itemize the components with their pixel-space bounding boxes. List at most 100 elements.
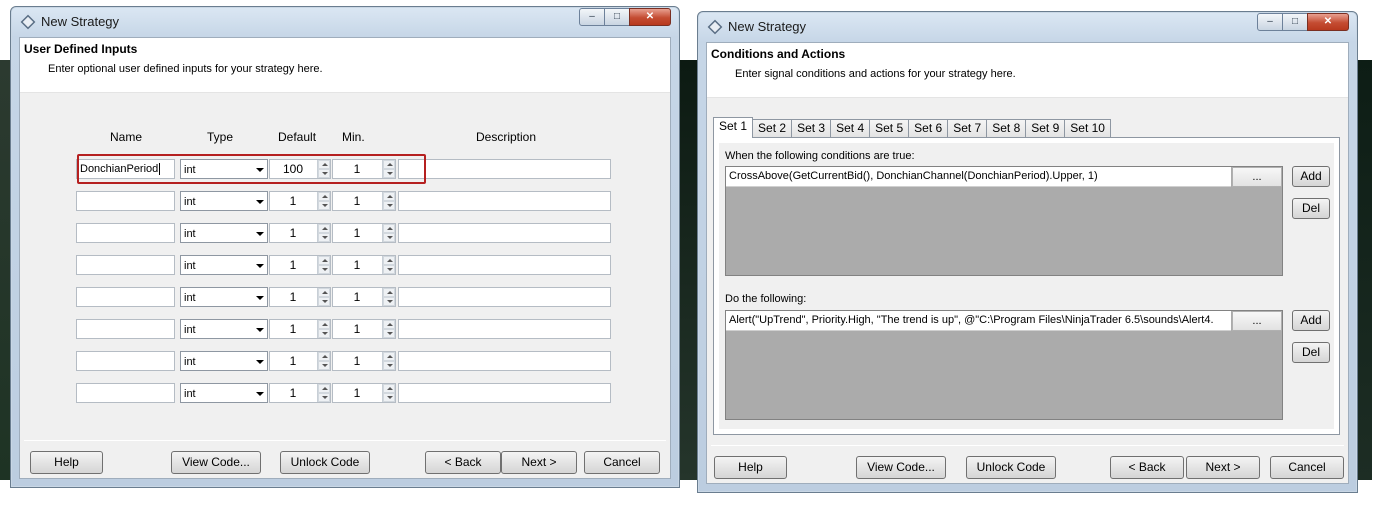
type-select[interactable]: int	[180, 223, 268, 243]
stepper-down-icon[interactable]	[318, 393, 330, 402]
view-code-button[interactable]: View Code...	[856, 456, 946, 479]
view-code-button[interactable]: View Code...	[171, 451, 261, 474]
description-input[interactable]	[398, 159, 611, 179]
name-input[interactable]	[76, 255, 175, 275]
conditions-list[interactable]: CrossAbove(GetCurrentBid(), DonchianChan…	[725, 166, 1283, 276]
stepper-down-icon[interactable]	[383, 361, 395, 370]
tab-set-1[interactable]: Set 1	[713, 117, 754, 138]
stepper-down-icon[interactable]	[318, 329, 330, 338]
tab-set-3[interactable]: Set 3	[791, 119, 832, 137]
stepper-up-icon[interactable]	[383, 192, 395, 201]
actions-list[interactable]: Alert("UpTrend", Priority.High, "The tre…	[725, 310, 1283, 420]
unlock-code-button[interactable]: Unlock Code	[966, 456, 1056, 479]
stepper-down-icon[interactable]	[318, 233, 330, 242]
description-input[interactable]	[398, 191, 611, 211]
min-stepper[interactable]: 1	[332, 351, 396, 371]
name-input[interactable]	[76, 351, 175, 371]
minimize-button[interactable]: –	[1257, 13, 1283, 31]
description-input[interactable]	[398, 319, 611, 339]
condition-edit-button[interactable]: ...	[1232, 167, 1282, 187]
type-select[interactable]: int	[180, 351, 268, 371]
stepper-up-icon[interactable]	[318, 256, 330, 265]
stepper-down-icon[interactable]	[318, 265, 330, 274]
stepper-down-icon[interactable]	[318, 361, 330, 370]
maximize-button[interactable]: □	[1282, 13, 1308, 31]
name-input[interactable]	[76, 319, 175, 339]
name-input[interactable]	[76, 191, 175, 211]
action-row[interactable]: Alert("UpTrend", Priority.High, "The tre…	[726, 311, 1231, 331]
tab-set-10[interactable]: Set 10	[1064, 119, 1111, 137]
next-button[interactable]: Next >	[501, 451, 577, 474]
stepper-down-icon[interactable]	[383, 393, 395, 402]
stepper-down-icon[interactable]	[383, 297, 395, 306]
name-input[interactable]	[76, 287, 175, 307]
stepper-up-icon[interactable]	[318, 192, 330, 201]
default-stepper[interactable]: 1	[269, 287, 331, 307]
stepper-down-icon[interactable]	[383, 201, 395, 210]
tab-set-6[interactable]: Set 6	[908, 119, 949, 137]
stepper-down-icon[interactable]	[318, 201, 330, 210]
tab-set-8[interactable]: Set 8	[986, 119, 1027, 137]
tab-set-9[interactable]: Set 9	[1025, 119, 1066, 137]
default-stepper[interactable]: 1	[269, 351, 331, 371]
delete-action-button[interactable]: Del	[1292, 342, 1330, 363]
stepper-down-icon[interactable]	[383, 265, 395, 274]
stepper-down-icon[interactable]	[383, 329, 395, 338]
default-stepper[interactable]: 1	[269, 191, 331, 211]
stepper-up-icon[interactable]	[383, 288, 395, 297]
cancel-button[interactable]: Cancel	[584, 451, 660, 474]
stepper-up-icon[interactable]	[383, 320, 395, 329]
help-button[interactable]: Help	[714, 456, 787, 479]
back-button[interactable]: < Back	[425, 451, 501, 474]
min-stepper[interactable]: 1	[332, 319, 396, 339]
description-input[interactable]	[398, 287, 611, 307]
min-stepper[interactable]: 1	[332, 191, 396, 211]
stepper-up-icon[interactable]	[383, 256, 395, 265]
maximize-button[interactable]: □	[604, 8, 630, 26]
unlock-code-button[interactable]: Unlock Code	[280, 451, 370, 474]
delete-condition-button[interactable]: Del	[1292, 198, 1330, 219]
description-input[interactable]	[398, 223, 611, 243]
type-select[interactable]: int	[180, 287, 268, 307]
stepper-up-icon[interactable]	[318, 288, 330, 297]
tab-set-4[interactable]: Set 4	[830, 119, 871, 137]
type-select[interactable]: int	[180, 255, 268, 275]
description-input[interactable]	[398, 351, 611, 371]
default-stepper[interactable]: 1	[269, 223, 331, 243]
title-bar[interactable]: New Strategy – □ ✕	[698, 12, 1357, 42]
stepper-up-icon[interactable]	[318, 224, 330, 233]
name-input[interactable]	[76, 223, 175, 243]
type-select[interactable]: int	[180, 383, 268, 403]
name-input[interactable]	[76, 383, 175, 403]
tab-set-2[interactable]: Set 2	[752, 119, 793, 137]
stepper-up-icon[interactable]	[383, 352, 395, 361]
cancel-button[interactable]: Cancel	[1270, 456, 1344, 479]
type-select[interactable]: int	[180, 319, 268, 339]
stepper-up-icon[interactable]	[318, 320, 330, 329]
minimize-button[interactable]: –	[579, 8, 605, 26]
tab-set-5[interactable]: Set 5	[869, 119, 910, 137]
description-input[interactable]	[398, 255, 611, 275]
title-bar[interactable]: New Strategy – □ ✕	[11, 7, 679, 37]
tab-set-7[interactable]: Set 7	[947, 119, 988, 137]
stepper-up-icon[interactable]	[383, 384, 395, 393]
close-button[interactable]: ✕	[629, 8, 671, 26]
stepper-down-icon[interactable]	[318, 297, 330, 306]
type-select[interactable]: int	[180, 191, 268, 211]
action-edit-button[interactable]: ...	[1232, 311, 1282, 331]
add-condition-button[interactable]: Add	[1292, 166, 1330, 187]
condition-row[interactable]: CrossAbove(GetCurrentBid(), DonchianChan…	[726, 167, 1231, 187]
min-stepper[interactable]: 1	[332, 287, 396, 307]
stepper-up-icon[interactable]	[318, 352, 330, 361]
stepper-down-icon[interactable]	[383, 233, 395, 242]
min-stepper[interactable]: 1	[332, 383, 396, 403]
default-stepper[interactable]: 1	[269, 383, 331, 403]
back-button[interactable]: < Back	[1110, 456, 1184, 479]
close-button[interactable]: ✕	[1307, 13, 1349, 31]
default-stepper[interactable]: 1	[269, 319, 331, 339]
help-button[interactable]: Help	[30, 451, 103, 474]
description-input[interactable]	[398, 383, 611, 403]
default-stepper[interactable]: 1	[269, 255, 331, 275]
min-stepper[interactable]: 1	[332, 255, 396, 275]
min-stepper[interactable]: 1	[332, 223, 396, 243]
